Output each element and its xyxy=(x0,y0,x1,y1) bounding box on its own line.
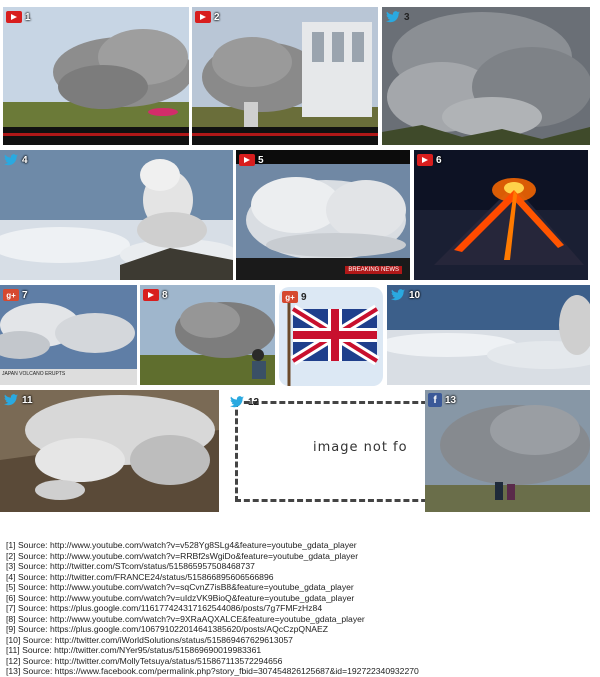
source-line[interactable]: [10] Source: http://twitter.com/iWorldSo… xyxy=(6,635,596,646)
ash-cloud-photo xyxy=(192,7,378,145)
source-line[interactable]: [5] Source: http://www.youtube.com/watch… xyxy=(6,582,596,593)
tile-number: 7 xyxy=(22,289,28,301)
tile-number: 5 xyxy=(258,154,264,166)
tile-number: 8 xyxy=(162,289,168,301)
media-tile-6[interactable]: 6 xyxy=(414,150,588,280)
media-tile-11[interactable]: 11 xyxy=(0,390,219,512)
tile-number: 6 xyxy=(436,154,442,166)
source-line[interactable]: [13] Source: https://www.facebook.com/pe… xyxy=(6,666,596,677)
source-line[interactable]: [7] Source: https://plus.google.com/1161… xyxy=(6,603,596,614)
tile-number: 13 xyxy=(445,394,457,406)
ash-cloud-photo xyxy=(382,7,590,145)
tile-number: 4 xyxy=(22,154,28,166)
eruption-photo xyxy=(414,150,588,280)
source-line[interactable]: [8] Source: http://www.youtube.com/watch… xyxy=(6,614,596,625)
media-tile-1[interactable]: 1 xyxy=(3,7,189,145)
media-tile-13[interactable]: f 13 xyxy=(425,390,590,512)
source-list: [1] Source: http://www.youtube.com/watch… xyxy=(6,540,596,677)
ash-plume-photo xyxy=(0,150,233,280)
twitter-icon xyxy=(390,289,406,301)
news-headline: JAPAN VOLCANO ERUPTS xyxy=(2,371,66,377)
tile-number: 1 xyxy=(25,11,31,23)
media-tile-5[interactable]: BREAKING NEWS 5 xyxy=(236,150,410,280)
youtube-icon xyxy=(239,154,255,166)
youtube-icon xyxy=(143,289,159,301)
twitter-icon xyxy=(3,154,19,166)
googleplus-icon: g+ xyxy=(3,289,19,301)
source-line[interactable]: [4] Source: http://twitter.com/FRANCE24/… xyxy=(6,572,596,583)
aerial-ash-photo xyxy=(0,390,219,512)
tile-number: 12 xyxy=(248,396,260,408)
youtube-icon xyxy=(417,154,433,166)
media-tile-9[interactable]: g+ 9 xyxy=(279,287,383,386)
source-line[interactable]: [6] Source: http://www.youtube.com/watch… xyxy=(6,593,596,604)
tile-number: 2 xyxy=(214,11,220,23)
googleplus-icon: g+ xyxy=(282,291,298,303)
ash-cloud-photo xyxy=(425,390,590,512)
media-tile-12[interactable]: image not fo 12 xyxy=(226,392,436,512)
twitter-icon xyxy=(229,396,245,408)
media-tile-8[interactable]: 8 xyxy=(140,285,275,385)
source-line[interactable]: [9] Source: https://plus.google.com/1067… xyxy=(6,624,596,635)
media-tile-4[interactable]: 4 xyxy=(0,150,233,280)
tile-number: 3 xyxy=(404,11,410,23)
source-line[interactable]: [3] Source: http://twitter.com/STcom/sta… xyxy=(6,561,596,572)
media-tile-2[interactable]: 2 xyxy=(192,7,378,145)
youtube-icon xyxy=(195,11,211,23)
source-line[interactable]: [2] Source: http://www.youtube.com/watch… xyxy=(6,551,596,562)
ash-cloud-photo xyxy=(3,7,189,145)
source-line[interactable]: [1] Source: http://www.youtube.com/watch… xyxy=(6,540,596,551)
source-line[interactable]: [12] Source: http://twitter.com/MollyTet… xyxy=(6,656,596,667)
source-line[interactable]: [11] Source: http://twitter.com/NYer95/s… xyxy=(6,645,596,656)
youtube-icon xyxy=(6,11,22,23)
media-tile-7[interactable]: JAPAN VOLCANO ERUPTS g+ 7 xyxy=(0,285,137,385)
tile-number: 11 xyxy=(22,394,33,406)
breaking-news-label: BREAKING NEWS xyxy=(345,266,402,274)
twitter-icon xyxy=(385,11,401,23)
facebook-icon: f xyxy=(428,393,442,407)
tile-number: 9 xyxy=(301,291,307,303)
media-tile-3[interactable]: 3 xyxy=(382,7,590,145)
tile-number: 10 xyxy=(409,289,421,301)
twitter-icon xyxy=(3,394,19,406)
image-not-found-text: image not fo xyxy=(313,440,408,455)
media-tile-10[interactable]: 10 xyxy=(387,285,590,385)
